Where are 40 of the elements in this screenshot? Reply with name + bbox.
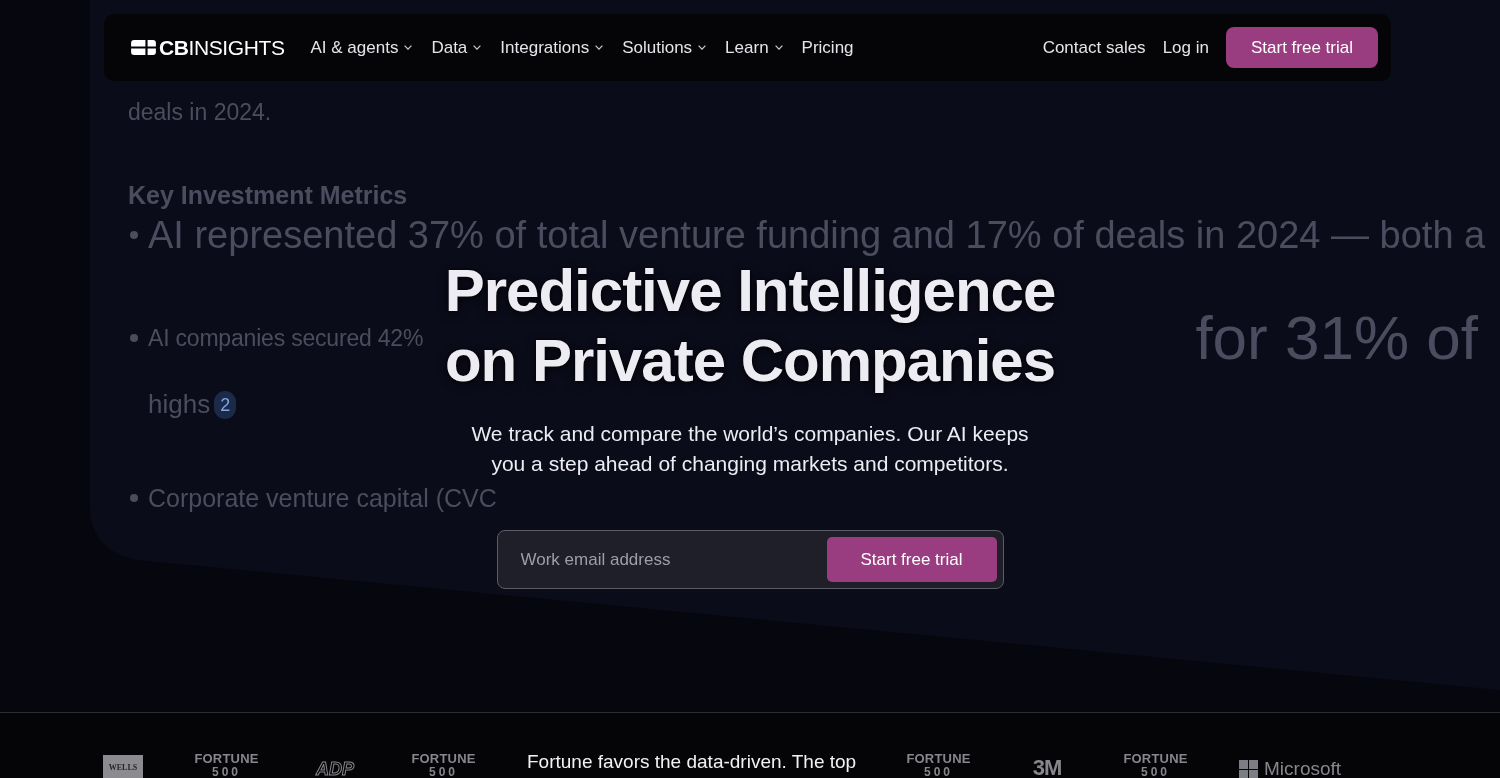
bullet-text: for 31% of — [1195, 306, 1478, 370]
nav-menu-item[interactable]: Solutions — [622, 37, 707, 58]
document-text: deals in 2024. — [128, 98, 272, 127]
logo-wordmark: FORTUNE — [906, 752, 971, 766]
nav-link[interactable]: Contact sales — [1042, 37, 1146, 58]
logo-wordmark: FORTUNE — [194, 752, 259, 766]
logo-number: 500 — [1141, 766, 1170, 778]
nav-menu-item[interactable]: Data — [431, 37, 482, 58]
nav-menu-item[interactable]: AI & agents — [310, 37, 413, 58]
hero-heading: Predictive Intelligence on Private Companies — [443, 256, 1057, 396]
logo-number: 500 — [429, 766, 458, 778]
logo-link[interactable]: CBINSIGHTS — [130, 35, 285, 60]
nav-link[interactable]: Log in — [1162, 37, 1209, 58]
bullet-icon — [130, 231, 138, 239]
logo-number: 500 — [924, 766, 953, 778]
four-squares-icon — [1239, 759, 1258, 778]
nav-menu-item[interactable]: Pricing — [801, 37, 854, 58]
logo-wordmark: FORTUNE — [411, 752, 476, 766]
start-trial-button[interactable]: Start free trial — [826, 537, 997, 582]
email-field[interactable]: Work email address Start free trial — [496, 530, 1004, 589]
nav-menu-item[interactable]: Integrations — [500, 37, 604, 58]
bullet-icon — [130, 334, 138, 342]
tagline-text: Fortune favors the data-driven. The top — [527, 750, 855, 774]
logo-wordmark: Microsoft — [1264, 759, 1342, 778]
logo-mark-icon — [130, 39, 157, 56]
bullet-text: AI represented 37% of total venture funding and 17% of deals in 2024 — both a — [148, 214, 1486, 256]
footnote-badge: 2 — [214, 390, 237, 419]
logo-wordmark: FORTUNE — [1123, 752, 1188, 766]
hero-description: We track and compare the world’s companies. Our AI keeps you a step ahead of changing markets and competitors. — [470, 421, 1030, 477]
start-trial-button[interactable]: Start free trial — [1225, 27, 1378, 68]
logo-number: 500 — [212, 766, 241, 778]
bullet-text: AI companies secured 42% — [148, 324, 424, 353]
logo-wordmark: ADP — [314, 759, 356, 778]
bullet-icon — [130, 494, 138, 502]
logo-wordmark: 3M — [1031, 758, 1063, 778]
document-heading: Key Investment Metrics — [128, 180, 408, 211]
nav-menu-item[interactable]: Learn — [725, 37, 783, 58]
bullet-text: Corporate venture capital (CVC — [148, 483, 497, 514]
bullet-text: highs — [148, 388, 211, 421]
wordmark-tile: WELLS — [103, 755, 143, 778]
